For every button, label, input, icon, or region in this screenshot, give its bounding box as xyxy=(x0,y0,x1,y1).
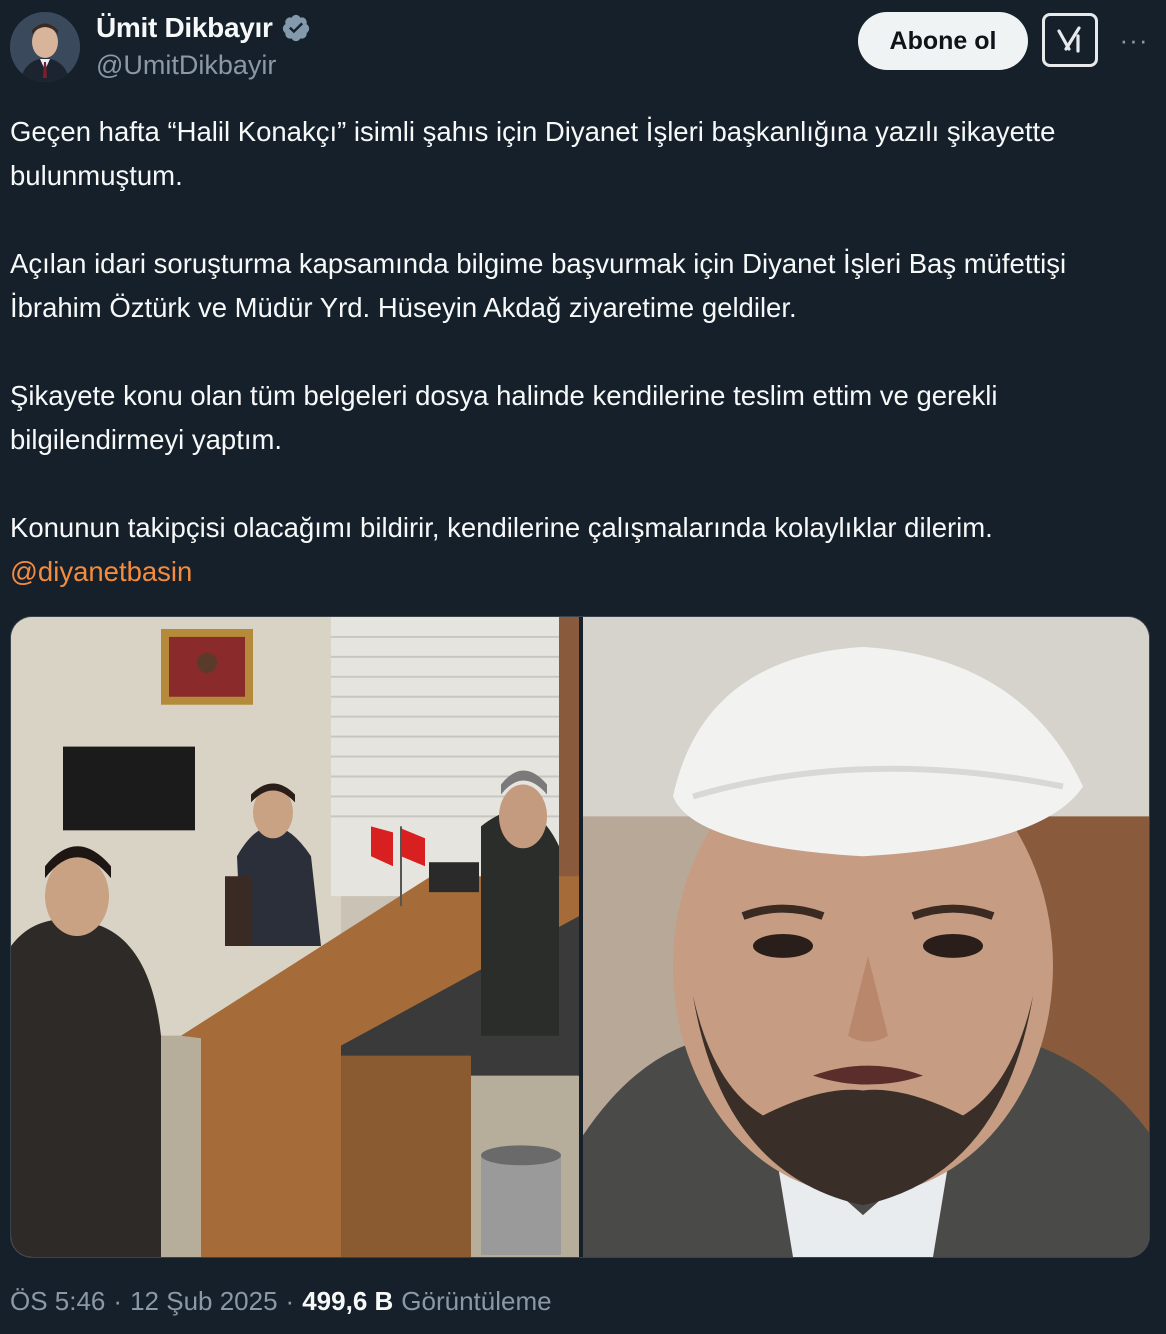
more-options-icon[interactable]: ··· xyxy=(1114,22,1154,58)
portrait-photo[interactable] xyxy=(583,617,1149,1257)
portrait-image xyxy=(583,617,1149,1257)
tweet-time[interactable]: ÖS 5:46 xyxy=(10,1286,105,1317)
grok-button[interactable] xyxy=(1042,13,1098,67)
media-grid xyxy=(10,616,1150,1258)
tweet-paragraph-1: Geçen hafta “Halil Konakçı” isimli şahıs… xyxy=(10,116,1056,191)
mention-link[interactable]: @diyanetbasin xyxy=(10,556,192,587)
tweet-meta: ÖS 5:46 · 12 Şub 2025 · 499,6 B Görüntül… xyxy=(10,1286,552,1317)
tweet-paragraph-2: Açılan idari soruşturma kapsamında bilgi… xyxy=(10,248,1067,323)
tweet-body: Geçen hafta “Halil Konakçı” isimli şahıs… xyxy=(10,110,1150,594)
tweet-closing-line: Konunun takipçisi olacağımı bildirir, ke… xyxy=(10,512,993,543)
office-meeting-photo[interactable] xyxy=(11,617,579,1257)
author-handle[interactable]: @UmitDikbayir xyxy=(96,50,276,81)
meta-separator: · xyxy=(113,1286,123,1316)
views-label: Görüntüleme xyxy=(401,1286,552,1316)
tweet-header: Ümit Dikbayır @UmitDikbayir Abone ol ··· xyxy=(0,0,1166,100)
views-count[interactable]: 499,6 B xyxy=(302,1286,393,1317)
author-name-row: Ümit Dikbayır xyxy=(96,12,311,44)
avatar-image xyxy=(10,12,80,82)
follow-button[interactable]: Abone ol xyxy=(858,12,1028,70)
tweet-paragraph-4: Konunun takipçisi olacağımı bildirir, ke… xyxy=(10,506,1150,594)
tweet-paragraph-3: Şikayete konu olan tüm belgeleri dosya h… xyxy=(10,380,998,455)
tweet-date[interactable]: 12 Şub 2025 xyxy=(130,1286,277,1317)
meta-separator: · xyxy=(285,1286,295,1316)
author-display-name[interactable]: Ümit Dikbayır xyxy=(96,12,273,44)
author-avatar[interactable] xyxy=(10,12,80,82)
office-scene-image xyxy=(11,617,579,1257)
verified-badge-icon xyxy=(282,14,309,42)
grok-icon xyxy=(1057,26,1081,53)
